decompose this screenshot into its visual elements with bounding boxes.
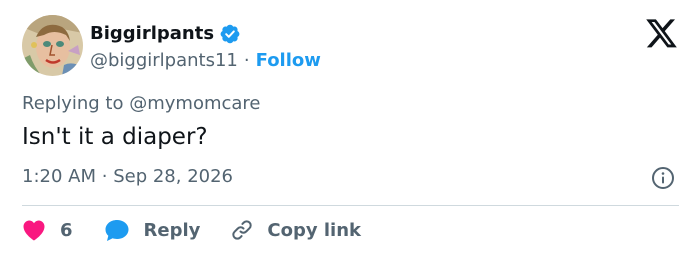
avatar[interactable]: [22, 15, 83, 76]
info-icon[interactable]: [651, 166, 675, 190]
copy-link-button[interactable]: Copy link: [230, 218, 361, 242]
reply-bubble-icon: [104, 218, 130, 242]
author-name-row: Biggirlpants: [90, 21, 241, 47]
avatar-image: [22, 15, 83, 76]
author-display-name[interactable]: Biggirlpants: [90, 22, 214, 46]
verified-badge-icon: [219, 23, 241, 45]
reply-button[interactable]: Reply: [104, 218, 201, 242]
tweet-text: Isn't it a diaper?: [22, 124, 208, 150]
tweet-date[interactable]: Sep 28, 2026: [113, 166, 233, 187]
reply-label: Reply: [143, 219, 201, 241]
replying-to-line: Replying to @mymomcare: [22, 93, 261, 114]
replying-to-mention[interactable]: @mymomcare: [129, 93, 260, 114]
action-bar: 6 Reply Copy link: [22, 214, 361, 246]
tweet-card: Biggirlpants @biggirlpants11 · Follow Re…: [0, 0, 700, 256]
follow-button[interactable]: Follow: [256, 50, 321, 71]
copy-link-label: Copy link: [267, 219, 361, 241]
replying-to-prefix: Replying to: [22, 93, 124, 114]
like-button[interactable]: 6: [22, 219, 73, 241]
author-handle-row: @biggirlpants11 · Follow: [90, 47, 321, 73]
handle-separator: ·: [243, 49, 250, 71]
tweet-meta: 1:20 AM · Sep 28, 2026: [22, 166, 233, 187]
like-count: 6: [60, 219, 73, 241]
heart-icon: [22, 219, 46, 241]
tweet-time[interactable]: 1:20 AM: [22, 166, 96, 187]
link-icon: [230, 218, 254, 242]
author-handle[interactable]: @biggirlpants11: [90, 50, 238, 71]
x-logo-icon[interactable]: [646, 19, 678, 49]
meta-separator: ·: [101, 166, 108, 187]
divider: [22, 205, 679, 206]
